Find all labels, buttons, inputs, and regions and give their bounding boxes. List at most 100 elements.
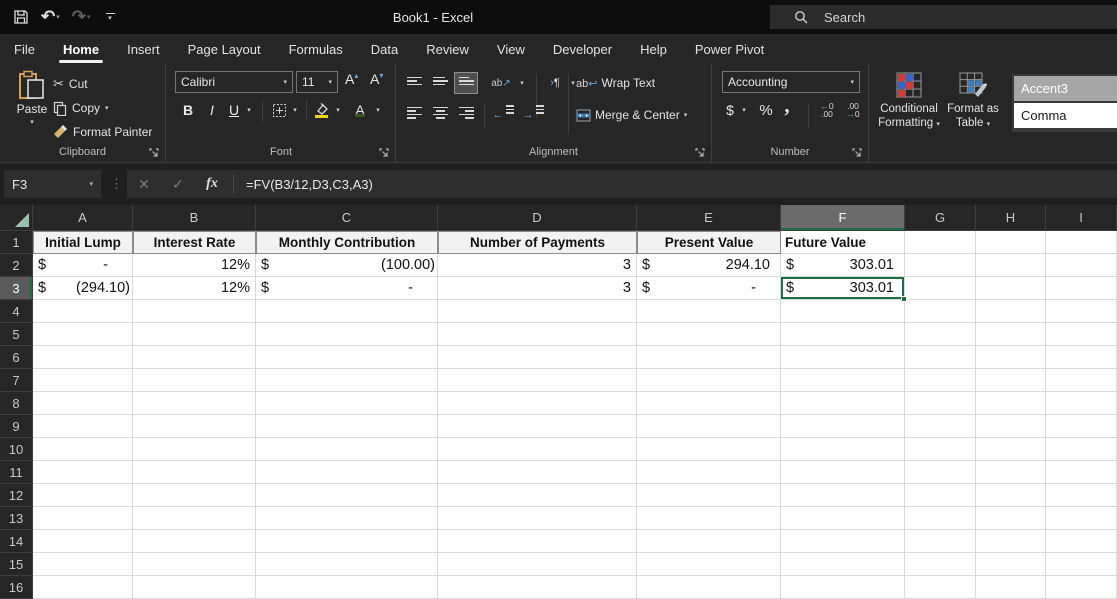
cell-H3[interactable] — [976, 277, 1046, 300]
cell-F4[interactable] — [781, 300, 905, 323]
name-box[interactable]: F3 ▾ — [4, 170, 101, 198]
tab-home[interactable]: Home — [49, 34, 113, 64]
cell-D16[interactable] — [438, 576, 637, 599]
cell-E7[interactable] — [637, 369, 781, 392]
text-direction-button[interactable]: ›¶ — [542, 72, 568, 94]
cell-H13[interactable] — [976, 507, 1046, 530]
cell-E12[interactable] — [637, 484, 781, 507]
cell-E14[interactable] — [637, 530, 781, 553]
cell-E3[interactable]: $- — [637, 277, 781, 300]
cell-C7[interactable] — [256, 369, 438, 392]
cell-F6[interactable] — [781, 346, 905, 369]
cell-B12[interactable] — [133, 484, 256, 507]
cell-B6[interactable] — [133, 346, 256, 369]
column-header-B[interactable]: B — [133, 205, 256, 231]
top-align-button[interactable] — [402, 72, 426, 94]
cell-B5[interactable] — [133, 323, 256, 346]
percent-style-button[interactable]: % — [756, 98, 776, 122]
cell-A1[interactable]: Initial Lump — [33, 231, 133, 254]
column-header-I[interactable]: I — [1046, 205, 1117, 231]
column-header-G[interactable]: G — [905, 205, 976, 231]
cell-I1[interactable] — [1046, 231, 1117, 254]
cell-A10[interactable] — [33, 438, 133, 461]
cell-I9[interactable] — [1046, 415, 1117, 438]
save-button[interactable] — [10, 4, 32, 30]
cell-E15[interactable] — [637, 553, 781, 576]
cell-C14[interactable] — [256, 530, 438, 553]
cell-C6[interactable] — [256, 346, 438, 369]
tab-help[interactable]: Help — [626, 34, 681, 64]
cell-F7[interactable] — [781, 369, 905, 392]
cell-E1[interactable]: Present Value — [637, 231, 781, 254]
cell-C15[interactable] — [256, 553, 438, 576]
cell-style-accent3[interactable]: Accent3 — [1014, 76, 1117, 101]
orientation-button[interactable]: ab↗ — [486, 72, 516, 94]
cell-H10[interactable] — [976, 438, 1046, 461]
cell-A8[interactable] — [33, 392, 133, 415]
row-header-1[interactable]: 1 — [0, 231, 33, 254]
cell-B8[interactable] — [133, 392, 256, 415]
cell-D2[interactable]: 3 — [438, 254, 637, 277]
bold-button[interactable]: B — [179, 98, 197, 122]
cell-D12[interactable] — [438, 484, 637, 507]
column-header-E[interactable]: E — [637, 205, 781, 231]
enter-button[interactable]: ✓ — [161, 176, 195, 193]
row-header-5[interactable]: 5 — [0, 323, 33, 346]
cell-B3[interactable]: 12% — [133, 277, 256, 300]
paste-button[interactable]: Paste ▾ — [10, 70, 54, 142]
cell-B2[interactable]: 12% — [133, 254, 256, 277]
borders-chevron-icon[interactable]: ▾ — [289, 98, 301, 122]
cell-F16[interactable] — [781, 576, 905, 599]
cell-G15[interactable] — [905, 553, 976, 576]
name-box-chevron-icon[interactable]: ▾ — [89, 180, 93, 188]
cell-F11[interactable] — [781, 461, 905, 484]
copy-button[interactable]: Copy ▾ — [53, 96, 152, 120]
cell-B13[interactable] — [133, 507, 256, 530]
cell-E2[interactable]: $294.10 — [637, 254, 781, 277]
cell-G2[interactable] — [905, 254, 976, 277]
cell-B1[interactable]: Interest Rate — [133, 231, 256, 254]
row-header-15[interactable]: 15 — [0, 553, 33, 576]
align-left-button[interactable] — [402, 102, 426, 124]
row-header-9[interactable]: 9 — [0, 415, 33, 438]
fill-color-chevron-icon[interactable]: ▾ — [332, 98, 344, 122]
cell-B9[interactable] — [133, 415, 256, 438]
cell-E8[interactable] — [637, 392, 781, 415]
cell-I14[interactable] — [1046, 530, 1117, 553]
tab-file[interactable]: File — [0, 34, 49, 64]
cell-F12[interactable] — [781, 484, 905, 507]
clipboard-dialog-launcher[interactable] — [149, 148, 159, 158]
cell-H8[interactable] — [976, 392, 1046, 415]
underline-button[interactable]: U — [225, 98, 243, 122]
row-header-6[interactable]: 6 — [0, 346, 33, 369]
alignment-dialog-launcher[interactable] — [695, 148, 705, 158]
cell-I10[interactable] — [1046, 438, 1117, 461]
cell-D11[interactable] — [438, 461, 637, 484]
font-size-combobox[interactable]: 11 ▾ — [296, 71, 338, 93]
align-center-button[interactable] — [428, 102, 452, 124]
decrease-font-size-button[interactable]: A▾ — [370, 71, 383, 87]
row-header-4[interactable]: 4 — [0, 300, 33, 323]
cell-D8[interactable] — [438, 392, 637, 415]
row-header-14[interactable]: 14 — [0, 530, 33, 553]
decrease-decimal-button[interactable]: .00→0 — [841, 98, 865, 122]
cell-F5[interactable] — [781, 323, 905, 346]
column-header-F[interactable]: F — [781, 205, 905, 231]
cell-D5[interactable] — [438, 323, 637, 346]
cell-H12[interactable] — [976, 484, 1046, 507]
cell-A9[interactable] — [33, 415, 133, 438]
cell-D9[interactable] — [438, 415, 637, 438]
cell-H7[interactable] — [976, 369, 1046, 392]
search-box[interactable]: Search — [770, 5, 1117, 29]
cell-G7[interactable] — [905, 369, 976, 392]
row-header-7[interactable]: 7 — [0, 369, 33, 392]
underline-chevron-icon[interactable]: ▾ — [243, 98, 255, 122]
tab-developer[interactable]: Developer — [539, 34, 626, 64]
cell-F13[interactable] — [781, 507, 905, 530]
row-header-11[interactable]: 11 — [0, 461, 33, 484]
cell-E4[interactable] — [637, 300, 781, 323]
format-painter-button[interactable]: Format Painter — [53, 120, 152, 144]
cell-style-comma[interactable]: Comma — [1014, 103, 1117, 128]
cell-H9[interactable] — [976, 415, 1046, 438]
cell-F8[interactable] — [781, 392, 905, 415]
